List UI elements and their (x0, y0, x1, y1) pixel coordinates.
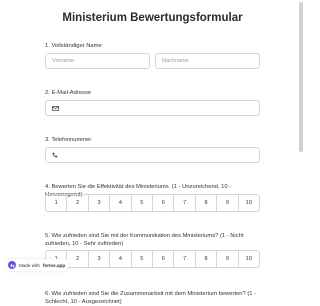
rating-option-8[interactable]: 8 (196, 195, 218, 211)
forms-app-logo-icon (8, 261, 16, 269)
phone-icon (52, 152, 58, 158)
rating-option-9[interactable]: 9 (217, 195, 239, 211)
phone-input[interactable] (45, 147, 260, 163)
rating-option-4[interactable]: 4 (110, 195, 132, 211)
question-1-label: 1. Vollständiger Name (45, 43, 102, 49)
rating-option-6[interactable]: 6 (153, 195, 175, 211)
rating-scale-communication: 1 2 3 4 5 6 7 8 9 10 (45, 250, 260, 268)
rating-option-4[interactable]: 4 (110, 251, 132, 267)
rating-option-5[interactable]: 5 (132, 195, 154, 211)
rating-option-9[interactable]: 9 (217, 251, 239, 267)
rating-scale-effectiveness: 1 2 3 4 5 6 7 8 9 10 (45, 194, 260, 212)
rating-option-1[interactable]: 1 (46, 195, 68, 211)
question-2-label: 2. E-Mail-Adresse (45, 90, 92, 96)
badge-prefix: Made with (19, 262, 40, 268)
mail-icon (52, 105, 59, 111)
rating-option-7[interactable]: 7 (174, 251, 196, 267)
badge-brand: forms.app (42, 262, 66, 268)
rating-option-2[interactable]: 2 (67, 251, 89, 267)
rating-option-3[interactable]: 3 (89, 251, 111, 267)
rating-option-10[interactable]: 10 (239, 195, 259, 211)
rating-option-8[interactable]: 8 (196, 251, 218, 267)
rating-option-3[interactable]: 3 (89, 195, 111, 211)
rating-option-10[interactable]: 10 (239, 251, 259, 267)
rating-option-5[interactable]: 5 (132, 251, 154, 267)
scrollbar-thumb[interactable] (299, 2, 303, 152)
rating-option-6[interactable]: 6 (153, 251, 175, 267)
first-name-input[interactable]: Vorname (45, 53, 150, 69)
question-5-label: 5. Wie zufrieden sind Sie mit der Kommun… (45, 233, 244, 247)
last-name-input[interactable]: Nachname (155, 53, 260, 69)
rating-option-2[interactable]: 2 (67, 195, 89, 211)
question-6-label: 6. Wie zufrieden sind Sie die Zusammenar… (45, 291, 257, 305)
rating-option-7[interactable]: 7 (174, 195, 196, 211)
made-with-badge[interactable]: Made with forms.app (6, 259, 70, 271)
email-input[interactable] (45, 100, 260, 116)
question-3-label: 3. Telefonnummer (45, 137, 92, 143)
form-title: Ministerium Bewertungsformular (62, 12, 243, 24)
